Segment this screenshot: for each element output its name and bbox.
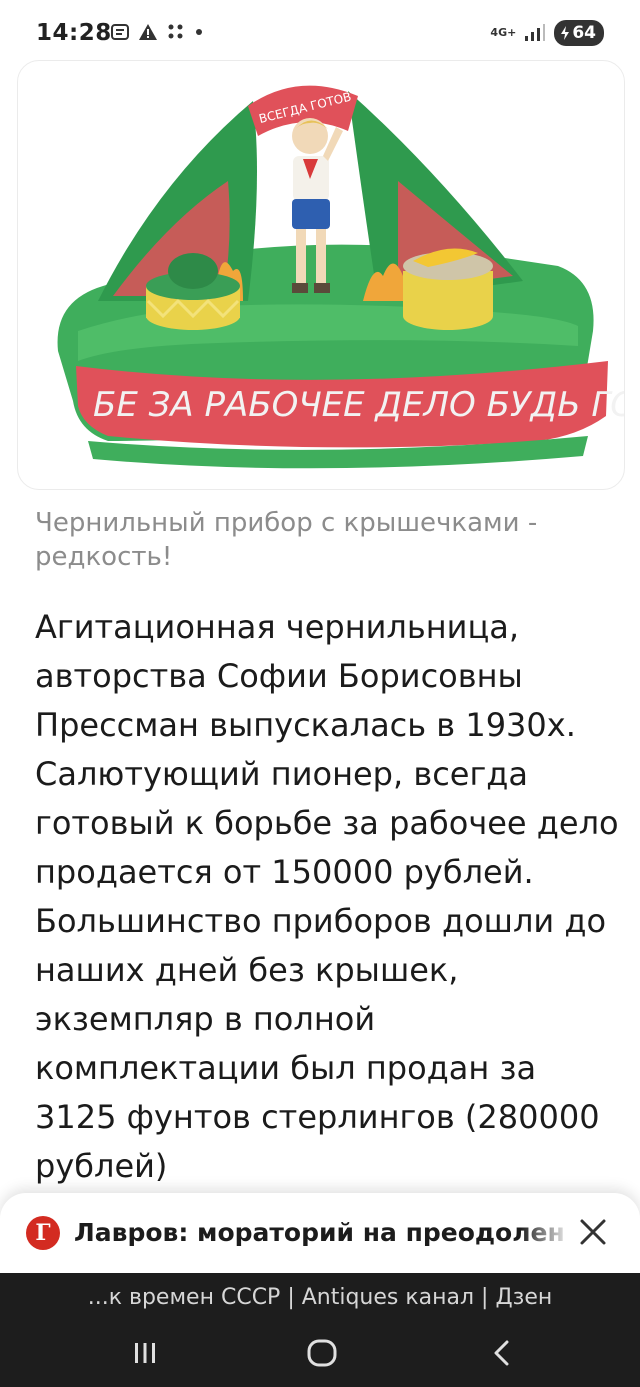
bottom-area: ...к времен СССР | Antiques канал | Дзен	[0, 1273, 640, 1387]
news-text-fade	[520, 1209, 572, 1257]
close-icon[interactable]	[576, 1215, 610, 1249]
home-icon	[307, 1339, 337, 1367]
status-bar: 14:28 4G+ 64	[0, 0, 640, 66]
inkwell-illustration: ВСЕГДА ГОТОВ БЕ ЗА РАБОЧЕЕ ДЕЛО БУДЬ ГО	[57, 85, 624, 469]
recents-button[interactable]	[115, 1329, 175, 1377]
news-source-logo: Г	[26, 1216, 60, 1250]
recents-icon	[135, 1343, 155, 1363]
back-button[interactable]	[472, 1329, 532, 1377]
navigation-bar	[0, 1323, 640, 1387]
article-image[interactable]: ВСЕГДА ГОТОВ БЕ ЗА РАБОЧЕЕ ДЕЛО БУДЬ ГО	[17, 60, 625, 490]
signal-icon	[525, 24, 546, 41]
image-banner-text: БЕ ЗА РАБОЧЕЕ ДЕЛО БУДЬ ГО	[93, 385, 624, 425]
home-button[interactable]	[292, 1329, 352, 1377]
news-headline[interactable]: Лавров: мораторий на преодолен	[74, 1215, 569, 1251]
notification-icons	[110, 22, 204, 42]
status-time: 14:28	[36, 20, 112, 46]
dots-grid-icon	[168, 24, 183, 39]
dot-icon	[196, 29, 202, 35]
battery-icon: 64	[554, 20, 604, 46]
alert-icon	[139, 24, 157, 40]
battery-level: 64	[572, 23, 596, 43]
system-icons: 4G+ 64	[490, 20, 604, 46]
page-title-bar[interactable]: ...к времен СССР | Antiques канал | Дзен	[0, 1283, 640, 1313]
network-type: 4G+	[490, 26, 517, 39]
news-banner[interactable]: Г Лавров: мораторий на преодолен	[0, 1193, 640, 1273]
back-icon	[494, 1340, 509, 1366]
article-body: Агитационная чернильница, авторства Софи…	[35, 608, 619, 1185]
image-caption: Чернильный прибор с крышечками - редкост…	[35, 508, 538, 572]
screenshot-icon	[111, 24, 129, 40]
